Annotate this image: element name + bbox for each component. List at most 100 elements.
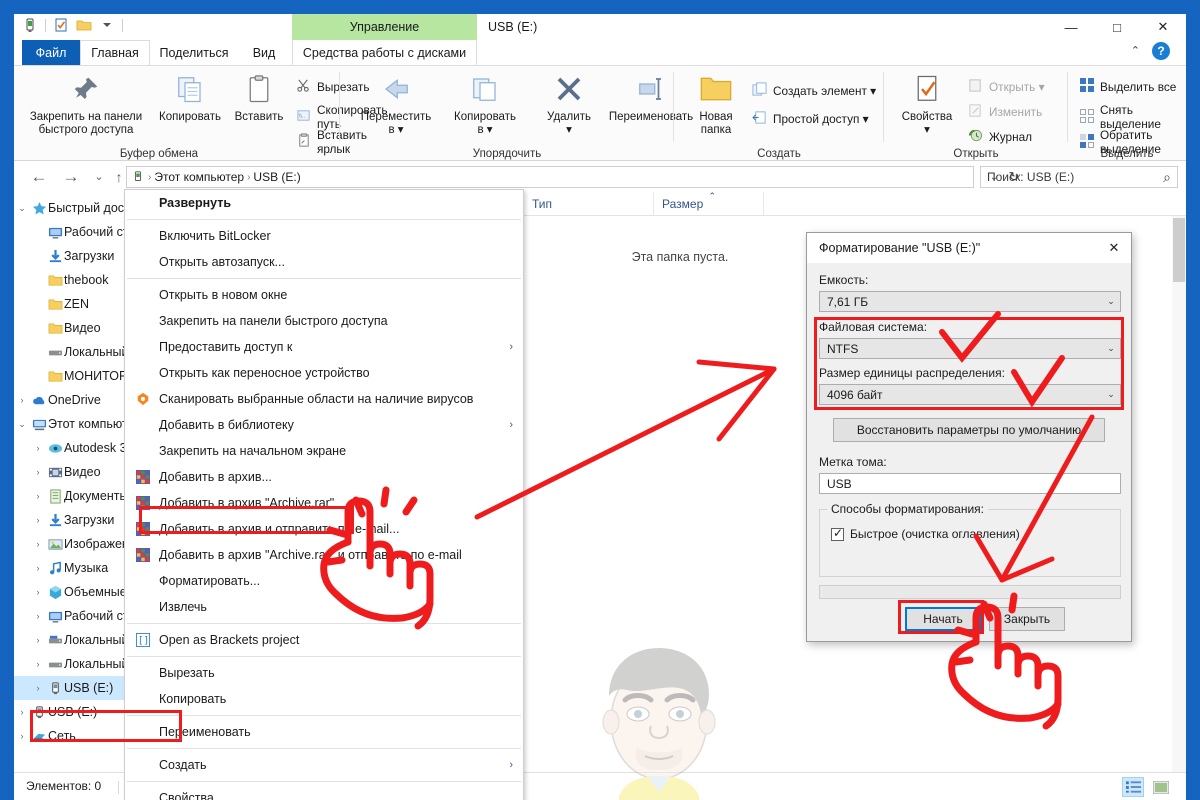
context-menu-item[interactable]: Добавить в библиотеку › [125,412,523,438]
context-menu-item[interactable]: Сканировать выбранные области на наличие… [125,386,523,412]
context-menu-item[interactable]: Открыть как переносное устройство [125,360,523,386]
edit-label: Изменить [989,105,1043,119]
context-menu-item[interactable]: Включить BitLocker [125,223,523,249]
close-dialog-button[interactable]: Закрыть [989,607,1065,631]
new-folder-icon[interactable] [76,17,92,33]
context-menu-item[interactable]: Добавить в архив "Archive.rar" и отправи… [125,542,523,568]
qat-divider-2 [122,18,123,32]
context-menu-item[interactable]: Открыть автозапуск... [125,249,523,275]
file-list-scrollbar[interactable] [1172,216,1186,772]
context-menu-item[interactable]: Добавить в архив и отправить по e-mail..… [125,516,523,542]
tree-twisty-icon[interactable]: › [30,659,46,669]
context-menu-item[interactable]: Добавить в архив "Archive.rar" [125,490,523,516]
breadcrumb-this-pc[interactable]: Этот компьютер [154,170,244,184]
move-to-label-1: Переместить [360,111,432,123]
column-header-type[interactable]: Тип [524,192,654,216]
new-item-button[interactable]: Создать элемент ▾ [752,82,876,100]
tree-twisty-icon[interactable]: › [30,635,46,645]
context-menu-item[interactable]: Форматировать... [125,568,523,594]
close-button[interactable]: ✕ [1140,14,1186,40]
new-folder-button[interactable]: Новая папка [688,74,744,137]
breadcrumb-usb-drive[interactable]: USB (E:) [253,170,300,184]
move-to-button[interactable]: Переместить в ▾ [354,74,438,137]
tree-twisty-icon[interactable]: › [30,491,46,501]
tree-twisty-icon[interactable]: › [30,563,46,573]
copy-button[interactable]: Копировать [154,74,226,124]
context-menu-item[interactable]: Переименовать [125,719,523,745]
format-dialog-close-icon[interactable]: ✕ [1097,233,1131,263]
search-box[interactable]: Поиск: USB (E:) ⌕ [980,166,1178,188]
open-button[interactable]: Открыть ▾ [968,78,1045,96]
context-menu-item[interactable]: Развернуть [125,190,523,216]
details-view-icon[interactable] [1122,777,1144,797]
doc-icon [46,488,64,504]
tree-twisty-icon[interactable]: › [30,539,46,549]
edit-button[interactable]: Изменить [968,103,1042,121]
copy-to-button[interactable]: Копировать в ▾ [444,74,526,137]
back-button[interactable]: ← [28,167,50,187]
hdd-icon [46,657,64,672]
ribbon-group-open: Свойства ▾ Открыть ▾ Изменить Журнал Отк… [884,66,1068,162]
context-menu-item[interactable]: [] Open as Brackets project [125,627,523,653]
capacity-select[interactable]: 7,61 ГБ ⌄ [819,291,1121,312]
tree-twisty-icon[interactable]: › [30,683,46,693]
tab-disc-tools[interactable]: Средства работы с дисками [292,40,477,65]
maximize-button[interactable]: □ [1094,14,1140,40]
allocation-size-select[interactable]: 4096 байт ⌄ [819,384,1121,405]
quick-format-checkbox[interactable]: Быстрое (очистка оглавления) [831,526,1020,541]
context-menu-item[interactable]: Извлечь [125,594,523,620]
collapse-ribbon-button[interactable]: ⌃ [1131,44,1140,57]
large-icons-view-icon[interactable] [1150,777,1172,797]
tree-twisty-icon[interactable]: › [30,587,46,597]
tree-twisty-icon[interactable]: ⌄ [14,419,30,430]
easy-access-button[interactable]: Простой доступ ▾ [752,110,869,128]
tree-twisty-icon[interactable]: ⌄ [14,203,30,214]
volume-label-input[interactable]: USB [819,473,1121,494]
paste-button[interactable]: Вставить [228,74,290,124]
help-button[interactable]: ? [1152,42,1170,60]
tab-share[interactable]: Поделиться [150,40,238,65]
sort-caret-icon: ⌃ [708,191,717,201]
customize-qat-icon[interactable] [99,17,115,33]
context-menu-item[interactable]: Открыть в новом окне [125,282,523,308]
properties-check-icon[interactable] [53,17,69,33]
history-button[interactable]: Журнал [968,128,1032,146]
usb-drive-icon[interactable] [22,17,38,33]
tree-twisty-icon[interactable]: › [14,395,30,405]
forward-button[interactable]: → [60,167,82,187]
context-menu-item[interactable]: Создать › [125,752,523,778]
tree-twisty-icon[interactable]: › [30,467,46,477]
tree-twisty-icon[interactable]: › [14,731,30,741]
file-list-scroll-thumb[interactable] [1173,218,1185,282]
column-header-size[interactable]: ⌃ Размер [654,191,764,216]
restore-defaults-button[interactable]: Восстановить параметры по умолчанию [833,418,1105,442]
desktop-icon [46,609,64,624]
tab-view[interactable]: Вид [238,40,290,65]
select-none-button[interactable]: Снять выделение [1080,103,1186,131]
tree-twisty-icon[interactable]: › [14,707,30,717]
tab-home[interactable]: Главная [80,40,150,65]
properties-button[interactable]: Свойства ▾ [892,74,962,137]
tree-twisty-icon[interactable]: › [30,443,46,453]
context-menu-item[interactable]: Вырезать [125,660,523,686]
context-menu-item[interactable]: Добавить в архив... [125,464,523,490]
start-button[interactable]: Начать [905,607,981,631]
delete-button[interactable]: Удалить ▾ [536,74,602,137]
tab-file[interactable]: Файл [22,40,80,65]
tree-twisty-icon[interactable]: › [30,515,46,525]
context-menu-item[interactable]: Закрепить на панели быстрого доступа [125,308,523,334]
recent-locations-button[interactable]: ⌄ [88,167,110,187]
context-menu-item-label: Свойства [159,791,214,800]
pin-to-quick-access-button[interactable]: Закрепить на панели быстрого доступа [24,74,148,137]
context-menu-item[interactable]: Предоставить доступ к › [125,334,523,360]
select-all-button[interactable]: Выделить все [1080,78,1176,95]
context-menu-item[interactable]: Закрепить на начальном экране [125,438,523,464]
minimize-button[interactable]: — [1048,14,1094,40]
address-bar[interactable]: › Этот компьютер › USB (E:) [126,166,974,188]
tree-twisty-icon[interactable]: › [30,611,46,621]
context-menu-item[interactable]: Свойства [125,785,523,800]
search-input[interactable]: Поиск: USB (E:) [987,170,1163,184]
filesystem-select[interactable]: NTFS ⌄ [819,338,1121,359]
context-menu-item[interactable]: Копировать [125,686,523,712]
nav-tree-item-label: Сеть [48,729,76,743]
